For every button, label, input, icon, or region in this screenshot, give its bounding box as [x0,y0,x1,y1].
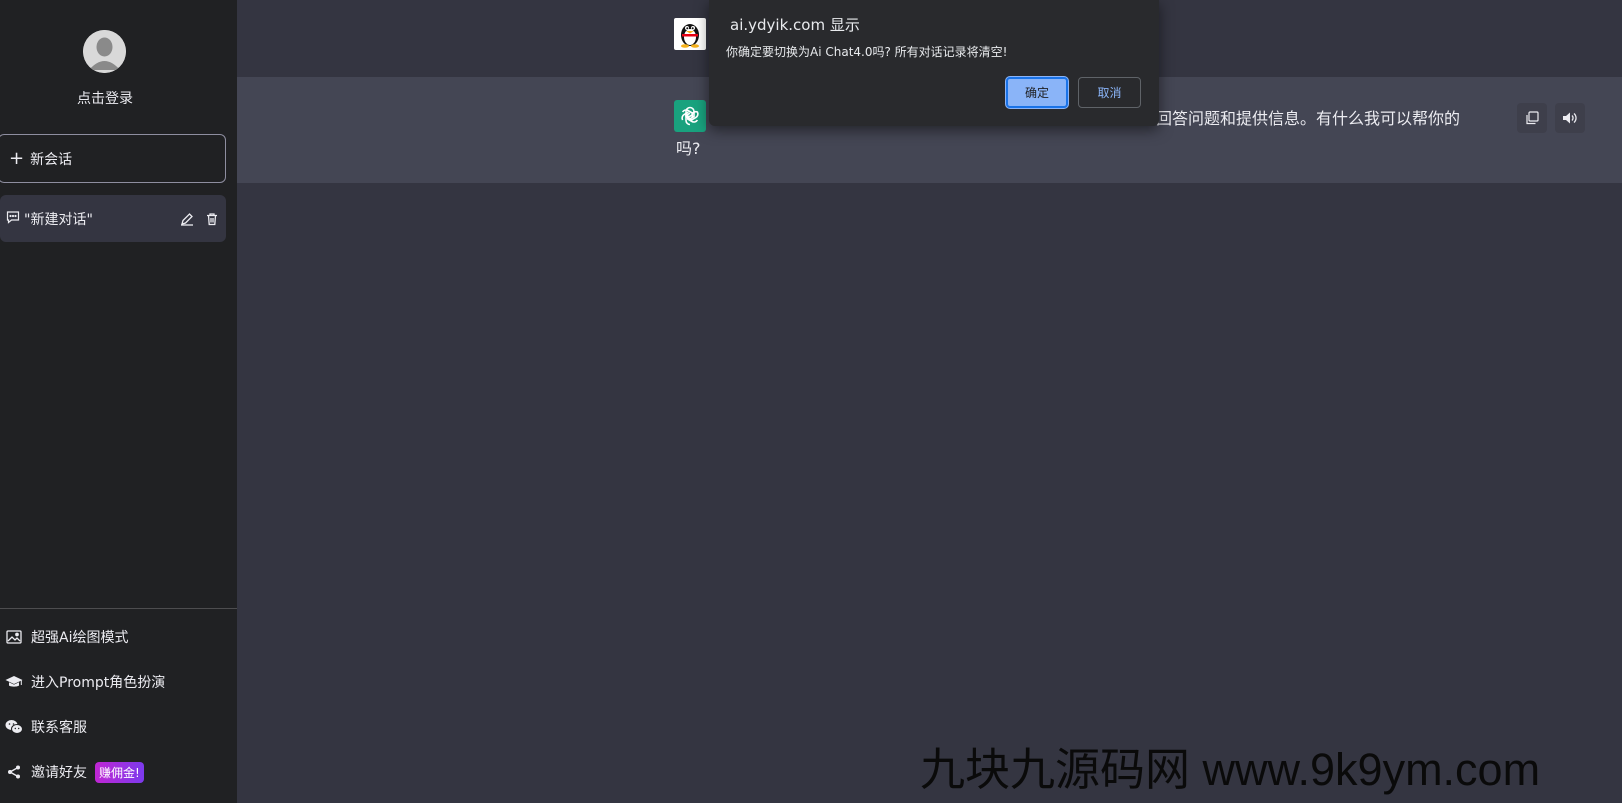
menu-item-prompt-roleplay[interactable]: 进入Prompt角色扮演 [4,670,165,694]
menu-item-invite-friends[interactable]: 邀请好友 赚佣金! [4,760,144,784]
conversation-item[interactable]: "新建对话" [0,195,226,242]
menu-item-label: 超强Ai绘图模式 [31,630,129,646]
share-icon [4,762,24,782]
trash-icon[interactable] [201,208,223,230]
earn-commission-badge: 赚佣金! [95,761,144,783]
menu-item-label: 联系客服 [31,720,87,736]
chat-bubble-icon [6,210,20,228]
menu-item-label: 进入Prompt角色扮演 [31,675,166,691]
menu-item-ai-drawing[interactable]: 超强Ai绘图模式 [4,625,128,649]
edit-icon[interactable] [176,208,198,230]
login-link[interactable]: 点击登录 [0,88,210,108]
bot-message-text: 回答问题和提供信息。有什么我可以帮你的 [1156,109,1461,128]
copy-icon[interactable] [1517,103,1547,133]
sidebar-divider [0,608,237,609]
bot-message-text-continued: 吗? [676,139,701,158]
user-avatar-icon[interactable] [83,30,126,73]
menu-item-label: 邀请好友 [31,765,87,781]
new-chat-label: 新会话 [30,151,73,168]
openai-logo-icon [674,100,706,132]
image-icon [4,627,24,647]
qq-penguin-avatar-icon [674,18,706,50]
dialog-title: ai.ydyik.com 显示 [730,16,860,34]
wechat-icon [4,717,24,737]
confirm-dialog: ai.ydyik.com 显示 你确定要切换为Ai Chat4.0吗? 所有对话… [709,0,1159,126]
conversation-title: "新建对话" [24,211,93,228]
plus-icon: + [9,147,25,169]
sidebar: 点击登录 + 新会话 "新建对话" 超强Ai绘图模式 进入Prompt角色扮演 … [0,0,237,803]
ok-button[interactable]: 确定 [1006,77,1068,108]
speaker-icon[interactable] [1555,103,1585,133]
dialog-message: 你确定要切换为Ai Chat4.0吗? 所有对话记录将清空! [726,45,1008,59]
new-chat-button[interactable]: + 新会话 [0,134,226,183]
menu-item-contact-support[interactable]: 联系客服 [4,715,87,739]
graduation-cap-icon [4,672,24,692]
cancel-button[interactable]: 取消 [1078,77,1141,108]
watermark: 九块九源码网 www.9k9ym.com [920,744,1541,795]
